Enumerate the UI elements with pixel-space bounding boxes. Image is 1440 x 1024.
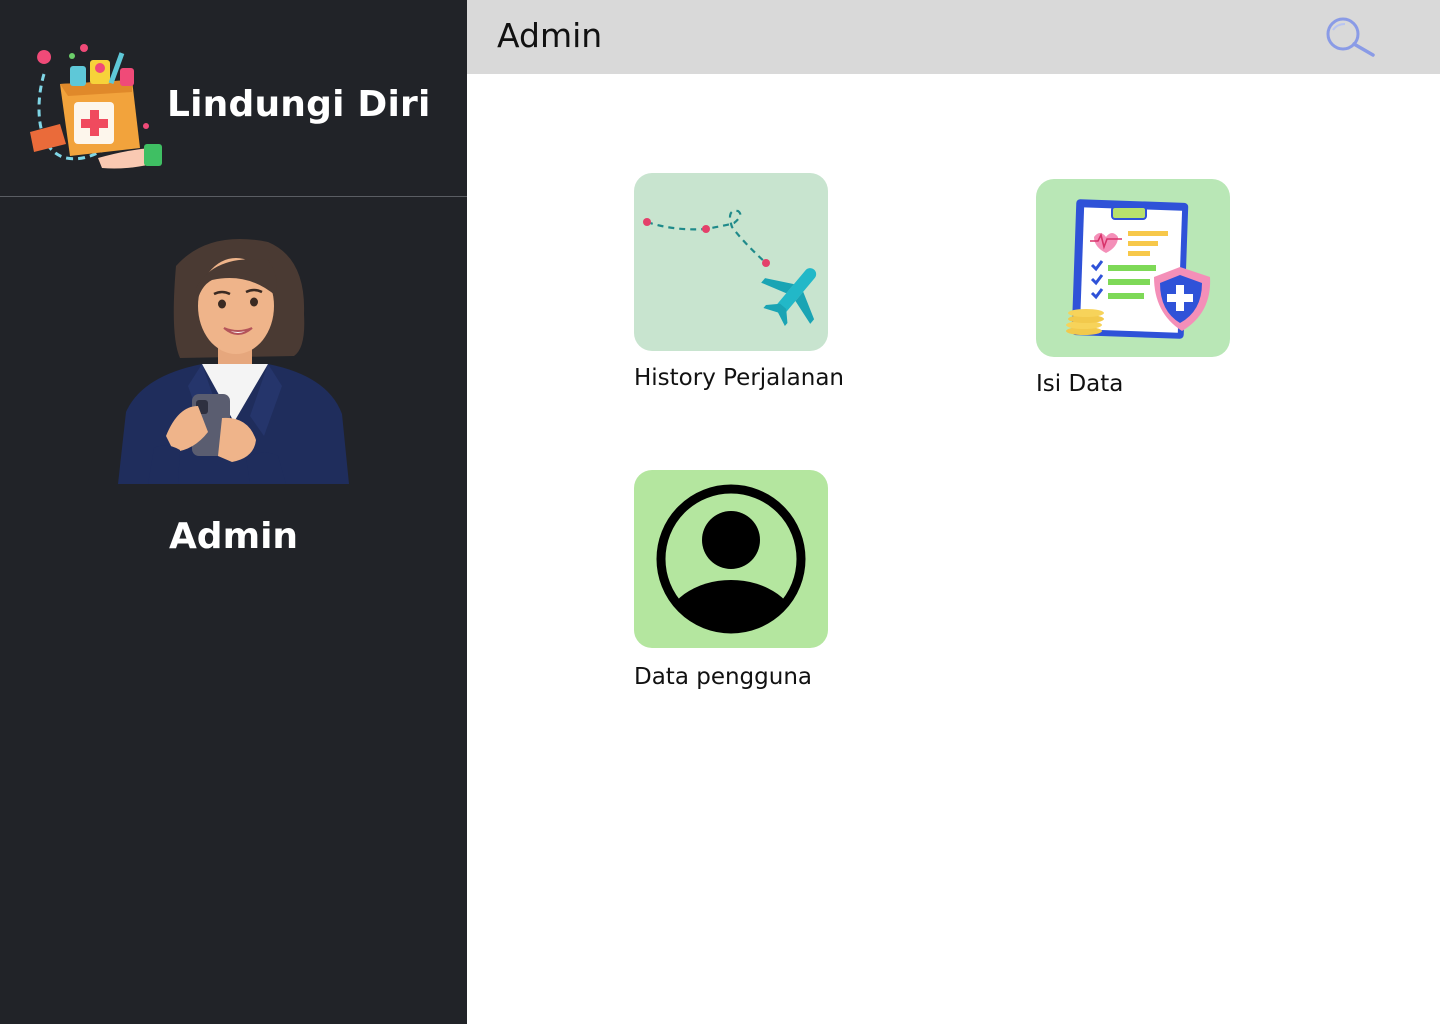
tile-label: Data pengguna (634, 664, 813, 690)
medicine-bag-logo (30, 44, 162, 169)
tile-label: Isi Data (1036, 371, 1124, 397)
sidebar: Lindungi Diri Admin (0, 0, 467, 1024)
menu-tile-history-perjalanan[interactable]: History Perjalanan (634, 173, 874, 399)
page-title: Admin (497, 16, 603, 55)
tile-label: History Perjalanan (634, 365, 845, 391)
medical-clipboard-icon (1066, 199, 1211, 339)
user-role-name: Admin (168, 516, 299, 557)
user-profile-icon (656, 484, 806, 634)
menu-tile-data-pengguna[interactable]: Data pengguna (634, 470, 834, 698)
tile-icon-box (1036, 179, 1230, 357)
tile-icon-box (634, 470, 828, 648)
menu-tile-isi-data[interactable]: Isi Data (1036, 179, 1236, 405)
search-icon[interactable] (1323, 16, 1377, 58)
travel-route-icon (643, 209, 817, 327)
tile-icon-box (634, 173, 828, 351)
brand-header: Lindungi Diri (0, 0, 467, 197)
admin-avatar (118, 239, 349, 484)
brand-title: Lindungi Diri (167, 84, 431, 125)
top-bar: Admin (467, 0, 1440, 74)
